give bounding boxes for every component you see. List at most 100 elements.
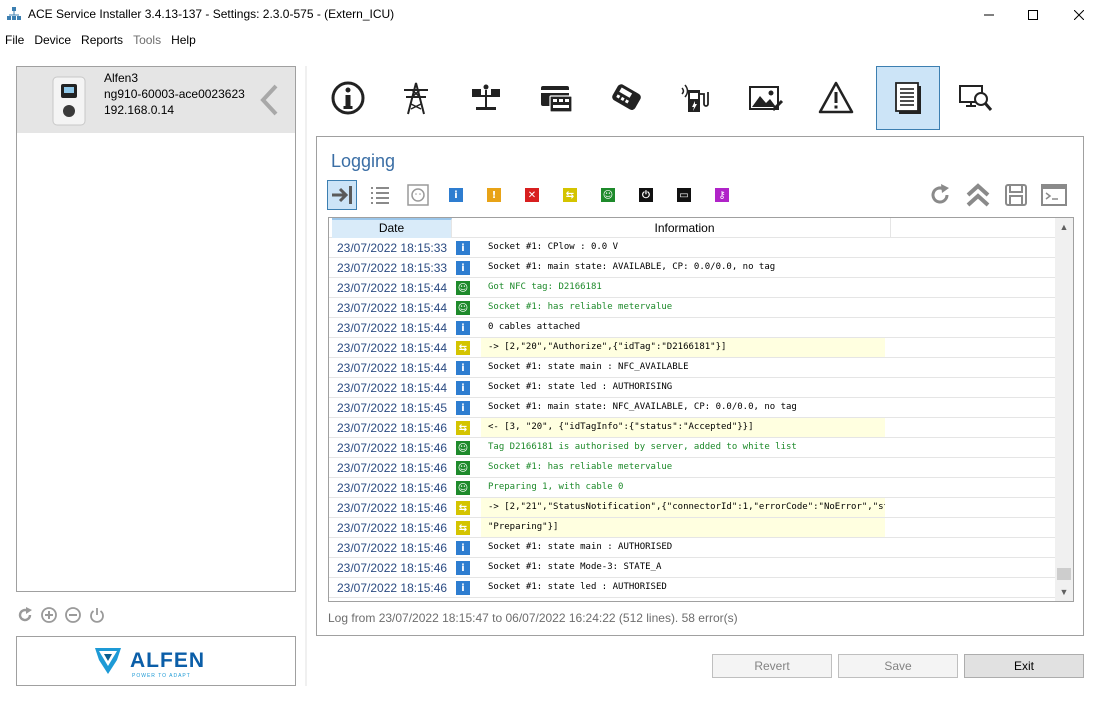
scroll-down-icon[interactable]: ▼ <box>1059 587 1069 597</box>
revert-button[interactable]: Revert <box>712 654 832 678</box>
close-button[interactable] <box>1056 0 1102 30</box>
open-console-button[interactable] <box>1039 180 1069 210</box>
log-row[interactable]: 23/07/2022 18:15:44 ⇆ -> [2,"20","Authoriz… <box>329 338 1055 358</box>
chevron-left-icon[interactable] <box>257 83 281 117</box>
log-row[interactable]: 23/07/2022 18:15:33 i Socket #1: main stat… <box>329 258 1055 278</box>
info-level-icon: i <box>456 361 470 375</box>
log-scrollbar[interactable]: ▲ ▼ <box>1055 218 1073 601</box>
info-icon <box>331 81 365 115</box>
filter-all-button[interactable] <box>365 180 395 210</box>
exit-button[interactable]: Exit <box>964 654 1084 678</box>
scroll-to-end-icon <box>332 186 352 204</box>
tab-logging[interactable] <box>876 66 940 130</box>
scroll-up-icon[interactable]: ▲ <box>1059 222 1069 232</box>
ocpp-exchange-icon: ⇆ <box>456 501 470 515</box>
log-date: 23/07/2022 18:15:45 <box>337 401 448 415</box>
log-row[interactable]: 23/07/2022 18:15:46 i Socket #1: state led… <box>329 578 1055 598</box>
log-message: "Preparing"}] <box>481 518 885 537</box>
log-row[interactable]: 23/07/2022 18:15:44 i Socket #1: state mai… <box>329 358 1055 378</box>
filter-debug-button[interactable] <box>403 180 433 210</box>
log-date: 23/07/2022 18:15:44 <box>337 281 448 295</box>
information-column-header[interactable]: Information <box>479 218 891 238</box>
save-button[interactable]: Save <box>838 654 958 678</box>
log-row[interactable]: 23/07/2022 18:15:46 ⇆ -> [2,"21","StatusNo… <box>329 498 1055 518</box>
log-row[interactable]: 23/07/2022 18:15:46 ⇆ "Preparing"}] <box>329 518 1055 538</box>
card-reader-icon <box>541 86 573 113</box>
autoscroll-button[interactable] <box>327 180 357 210</box>
splitter[interactable] <box>305 66 307 686</box>
device-actions <box>16 606 106 624</box>
power-icon[interactable] <box>88 606 106 624</box>
device-id: ng910-60003-ace0023623 <box>104 87 245 101</box>
log-document-icon <box>895 82 921 114</box>
tab-diagnostics[interactable] <box>944 66 1008 130</box>
tab-card[interactable] <box>524 66 588 130</box>
minimize-icon <box>984 14 994 16</box>
log-row[interactable]: 23/07/2022 18:15:46 ☺ Socket #1: has relia… <box>329 458 1055 478</box>
log-row[interactable]: 23/07/2022 18:15:44 ☺ Got NFC tag: D216618… <box>329 278 1055 298</box>
log-row[interactable]: 23/07/2022 18:15:33 i Socket #1: CPlow : 0… <box>329 238 1055 258</box>
log-row[interactable]: 23/07/2022 18:15:46 ⇆ <- [3, "20", {"idTag… <box>329 418 1055 438</box>
add-icon[interactable] <box>40 606 58 624</box>
maximize-icon <box>1028 10 1038 20</box>
log-row[interactable]: 23/07/2022 18:15:44 i Socket #1: state led… <box>329 378 1055 398</box>
filter-info-button[interactable]: i <box>441 180 471 210</box>
filter-ocpp-button[interactable]: ⇆ <box>555 180 585 210</box>
info-level-icon: i <box>456 581 470 595</box>
filter-success-button[interactable]: ☺ <box>593 180 623 210</box>
log-row[interactable]: 23/07/2022 18:15:46 ☺ Preparing 1, with ca… <box>329 478 1055 498</box>
menu-tools[interactable]: Tools <box>128 30 166 50</box>
tab-grid[interactable] <box>384 66 448 130</box>
menu-device[interactable]: Device <box>29 30 76 50</box>
tab-display[interactable] <box>734 66 798 130</box>
section-tabs <box>316 66 1076 130</box>
log-date: 23/07/2022 18:15:46 <box>337 461 448 475</box>
filter-power-button[interactable]: ⏻ <box>631 180 661 210</box>
info-level-icon: i <box>456 241 470 255</box>
tab-warnings[interactable] <box>804 66 868 130</box>
log-row[interactable]: 23/07/2022 18:15:45 i Socket #1: main stat… <box>329 398 1055 418</box>
payment-terminal-icon <box>612 84 641 110</box>
remove-icon[interactable] <box>64 606 82 624</box>
filter-error-button[interactable]: ✕ <box>517 180 547 210</box>
tab-info[interactable] <box>316 66 380 130</box>
info-level-icon: i <box>456 261 470 275</box>
date-column-header[interactable]: Date <box>332 218 452 238</box>
logging-panel: Logging i ! ✕ ⇆ ☺ ⏻ ▭ ⚷ Date Information… <box>316 136 1084 636</box>
log-message: -> [2,"21","StatusNotification",{"connec… <box>481 498 885 517</box>
reload-log-button[interactable] <box>925 180 955 210</box>
log-message: Socket #1: state led : AUTHORISING <box>488 382 673 392</box>
filter-key-button[interactable]: ⚷ <box>707 180 737 210</box>
minimize-button[interactable] <box>966 0 1012 30</box>
menu-file[interactable]: File <box>0 30 29 50</box>
filter-console-button[interactable]: ▭ <box>669 180 699 210</box>
log-date: 23/07/2022 18:15:46 <box>337 581 448 595</box>
success-level-icon: ☺ <box>456 301 470 315</box>
power-level-icon: ⏻ <box>639 188 653 202</box>
save-log-button[interactable] <box>1001 180 1031 210</box>
network-app-icon <box>7 7 21 20</box>
scroll-top-button[interactable] <box>963 180 993 210</box>
log-message: Socket #1: main state: NFC_AVAILABLE, CP… <box>488 402 797 412</box>
log-row[interactable]: 23/07/2022 18:15:46 ☺ Tag D2166181 is auth… <box>329 438 1055 458</box>
log-row[interactable]: 23/07/2022 18:15:46 i Socket #1: state Mod… <box>329 558 1055 578</box>
menu-help[interactable]: Help <box>166 30 201 50</box>
svg-text:ALFEN: ALFEN <box>130 649 205 672</box>
refresh-icon[interactable] <box>16 606 34 624</box>
tab-load-balancing[interactable] <box>454 66 518 130</box>
close-icon <box>1074 10 1084 20</box>
log-row[interactable]: 23/07/2022 18:15:44 ☺ Socket #1: has relia… <box>329 298 1055 318</box>
device-item[interactable]: Alfen3 ng910-60003-ace0023623 192.168.0.… <box>17 67 295 133</box>
maximize-button[interactable] <box>1010 0 1056 30</box>
filter-warning-button[interactable]: ! <box>479 180 509 210</box>
log-row[interactable]: 23/07/2022 18:15:44 i 0 cables attached <box>329 318 1055 338</box>
tab-charging[interactable] <box>664 66 728 130</box>
scroll-thumb[interactable] <box>1057 568 1071 580</box>
log-row[interactable]: 23/07/2022 18:15:46 i Socket #1: state mai… <box>329 538 1055 558</box>
tab-payment[interactable] <box>594 66 658 130</box>
log-date: 23/07/2022 18:15:46 <box>337 521 448 535</box>
success-level-icon: ☺ <box>456 461 470 475</box>
menu-reports[interactable]: Reports <box>76 30 128 50</box>
log-message: Preparing 1, with cable 0 <box>488 482 624 492</box>
console-level-icon: ▭ <box>677 188 691 202</box>
